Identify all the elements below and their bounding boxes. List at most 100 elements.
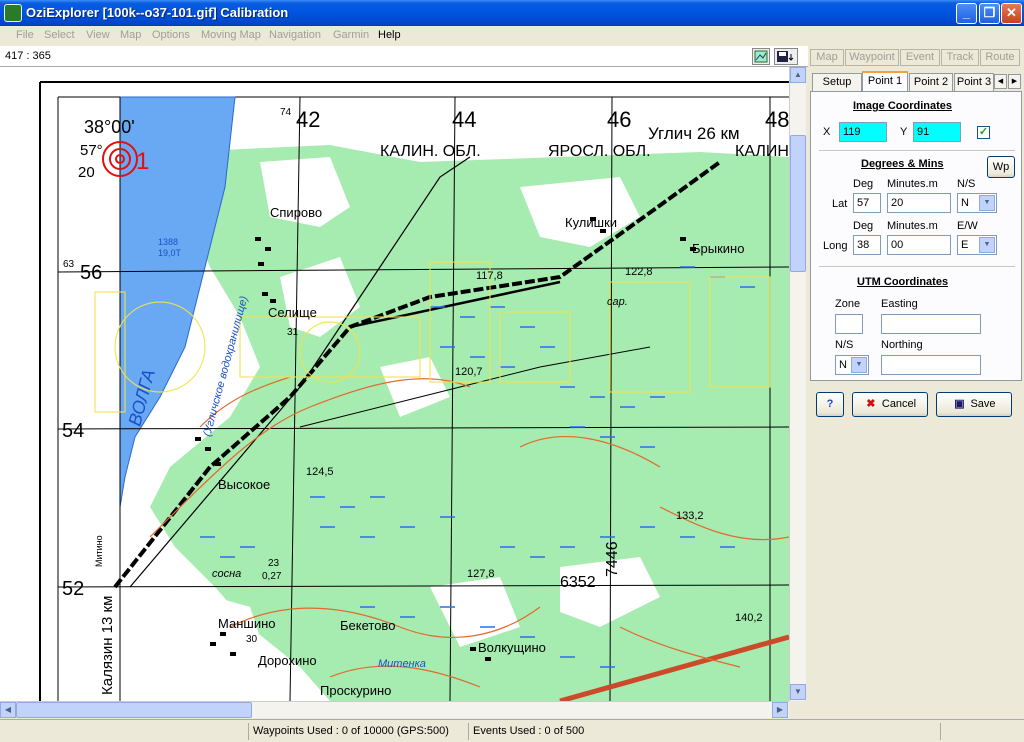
help-button[interactable]: ? (816, 392, 844, 417)
map-view[interactable]: 1 38°00' 57° 20 74 42 44 46 48 63 56 54 … (0, 67, 789, 701)
zone-field[interactable] (835, 314, 863, 334)
easting-field[interactable] (881, 314, 981, 334)
map-extra-1: Митенка (378, 658, 426, 670)
lat-deg-field[interactable]: 57 (853, 193, 881, 213)
map-header-3: КАЛИН (735, 143, 789, 160)
utm-ns-label: N/S (835, 339, 854, 351)
map-grid-top-1: 42 (296, 107, 320, 132)
long-min-field[interactable]: 00 (887, 235, 951, 255)
save-button[interactable]: ▣ Save (936, 392, 1012, 417)
northing-label: Northing (881, 339, 923, 351)
map-number-5: 19,0Т (158, 248, 182, 258)
menu-view[interactable]: View (86, 29, 110, 41)
point-enabled-checkbox[interactable]: ✓ (977, 126, 990, 139)
minimize-button[interactable]: _ (956, 3, 977, 24)
map-number-4: 1388 (158, 237, 178, 247)
map-number-7: 0,27 (262, 571, 282, 582)
tab-event[interactable]: Event (900, 49, 940, 66)
map-town-3: Маншино (218, 616, 275, 631)
tab-route[interactable]: Route (980, 49, 1020, 66)
save-map-icon[interactable] (774, 48, 798, 65)
cancel-button[interactable]: ✖ Cancel (852, 392, 928, 417)
tab-scroller[interactable]: ◀ ▶ (994, 73, 1022, 91)
map-horizontal-scrollbar[interactable]: ◀ ▶ (0, 701, 789, 718)
northing-field[interactable] (881, 355, 981, 375)
tab-scroll-right-icon[interactable]: ▶ (1008, 74, 1021, 89)
map-label-lon: 38°00' (84, 117, 135, 137)
map-number-3: 30 (246, 634, 258, 645)
lat-min-field[interactable]: 20 (887, 193, 951, 213)
menu-select[interactable]: Select (44, 29, 75, 41)
lat-deg-header: Deg (853, 178, 874, 190)
menu-bar: File Select View Map Options Moving Map … (0, 26, 1024, 45)
wp-button[interactable]: Wp (987, 156, 1015, 178)
tab-waypoint[interactable]: Waypoint (845, 49, 899, 66)
map-town-2: Высокое (218, 477, 270, 492)
vertical-scroll-thumb[interactable] (790, 135, 806, 272)
close-button[interactable]: ✕ (1001, 3, 1022, 24)
utm-title: UTM Coordinates (857, 276, 949, 288)
tab-track[interactable]: Track (941, 49, 979, 66)
long-hemisphere-select[interactable]: E ▼ (957, 235, 997, 255)
menu-moving-map[interactable]: Moving Map (201, 29, 261, 41)
tab-setup[interactable]: Setup (812, 73, 862, 91)
scroll-right-icon[interactable]: ▶ (772, 702, 788, 718)
scroll-left-icon[interactable]: ◀ (0, 702, 16, 718)
cancel-label: Cancel (881, 398, 917, 410)
point-1-page: Image Coordinates X 119 Y 91 ✓ Degrees &… (810, 91, 1022, 381)
map-town-7: Проскурино (320, 683, 391, 698)
scroll-up-icon[interactable]: ▲ (790, 67, 806, 83)
map-extra-0: сосна (212, 568, 241, 580)
tab-point-1[interactable]: Point 1 (862, 71, 908, 91)
menu-file[interactable]: File (16, 29, 34, 41)
long-hemisphere-value: E (961, 239, 969, 251)
image-x-field[interactable]: 119 (839, 122, 887, 142)
lat-hemisphere-select[interactable]: N ▼ (957, 193, 997, 213)
tab-map[interactable]: Map (810, 49, 844, 66)
map-town-9: Брыкино (692, 241, 744, 256)
long-ew-header: E/W (957, 220, 978, 232)
y-label: Y (900, 126, 908, 138)
chevron-down-icon[interactable]: ▼ (979, 237, 995, 253)
calibration-panel: Setup Point 1 Point 2 Point 3 ◀ ▶ Image … (808, 67, 1024, 719)
map-town-4: Дорохино (258, 653, 317, 668)
menu-map[interactable]: Map (120, 29, 141, 41)
map-town-8: Кулишки (565, 215, 617, 230)
menu-navigation[interactable]: Navigation (269, 29, 321, 41)
degmin-title: Degrees & Mins (861, 158, 944, 170)
chevron-down-icon[interactable]: ▼ (979, 195, 995, 211)
map-town-5: Бекетово (340, 618, 395, 633)
window-title: OziExplorer [100k--o37-101.gif] Calibrat… (26, 5, 289, 20)
map-height-1: 122,8 (625, 266, 653, 278)
tab-scroll-left-icon[interactable]: ◀ (994, 74, 1007, 89)
map-label-uglich: Углич 26 км (648, 124, 740, 143)
long-deg-field[interactable]: 38 (853, 235, 881, 255)
map-town-1: Селище (268, 305, 317, 320)
map-grid-top-3: 46 (607, 107, 631, 132)
chevron-down-icon[interactable]: ▼ (851, 357, 867, 373)
map-image-icon[interactable] (752, 48, 770, 65)
lat-hemisphere-value: N (961, 197, 969, 209)
map-vertical-scrollbar[interactable]: ▲ ▼ (789, 67, 806, 701)
floppy-disk-icon: ▣ (954, 398, 965, 411)
maximize-button[interactable]: ❐ (979, 3, 1000, 24)
coordinate-bar: 417 : 365 (0, 46, 808, 67)
menu-garmin[interactable]: Garmin (333, 29, 369, 41)
title-bar: OziExplorer [100k--o37-101.gif] Calibrat… (0, 0, 1024, 26)
app-icon (4, 4, 22, 22)
tab-point-3[interactable]: Point 3 (954, 73, 994, 91)
utm-ns-select[interactable]: N ▼ (835, 355, 869, 375)
save-label: Save (970, 398, 996, 410)
menu-options[interactable]: Options (152, 29, 190, 41)
image-y-field[interactable]: 91 (913, 122, 961, 142)
tab-point-2[interactable]: Point 2 (909, 73, 953, 91)
map-label-lat2: 20 (78, 164, 95, 181)
horizontal-scroll-thumb[interactable] (16, 702, 252, 718)
status-bar: Waypoints Used : 0 of 10000 (GPS:500) Ev… (0, 719, 1024, 742)
lat-ns-header: N/S (957, 178, 976, 190)
map-label-kalyazin: Калязин 13 км (99, 596, 116, 695)
map-label-mitino: Митино (94, 535, 104, 567)
menu-help[interactable]: Help (378, 29, 401, 41)
scroll-down-icon[interactable]: ▼ (790, 684, 806, 700)
help-icon: ? (826, 398, 834, 411)
